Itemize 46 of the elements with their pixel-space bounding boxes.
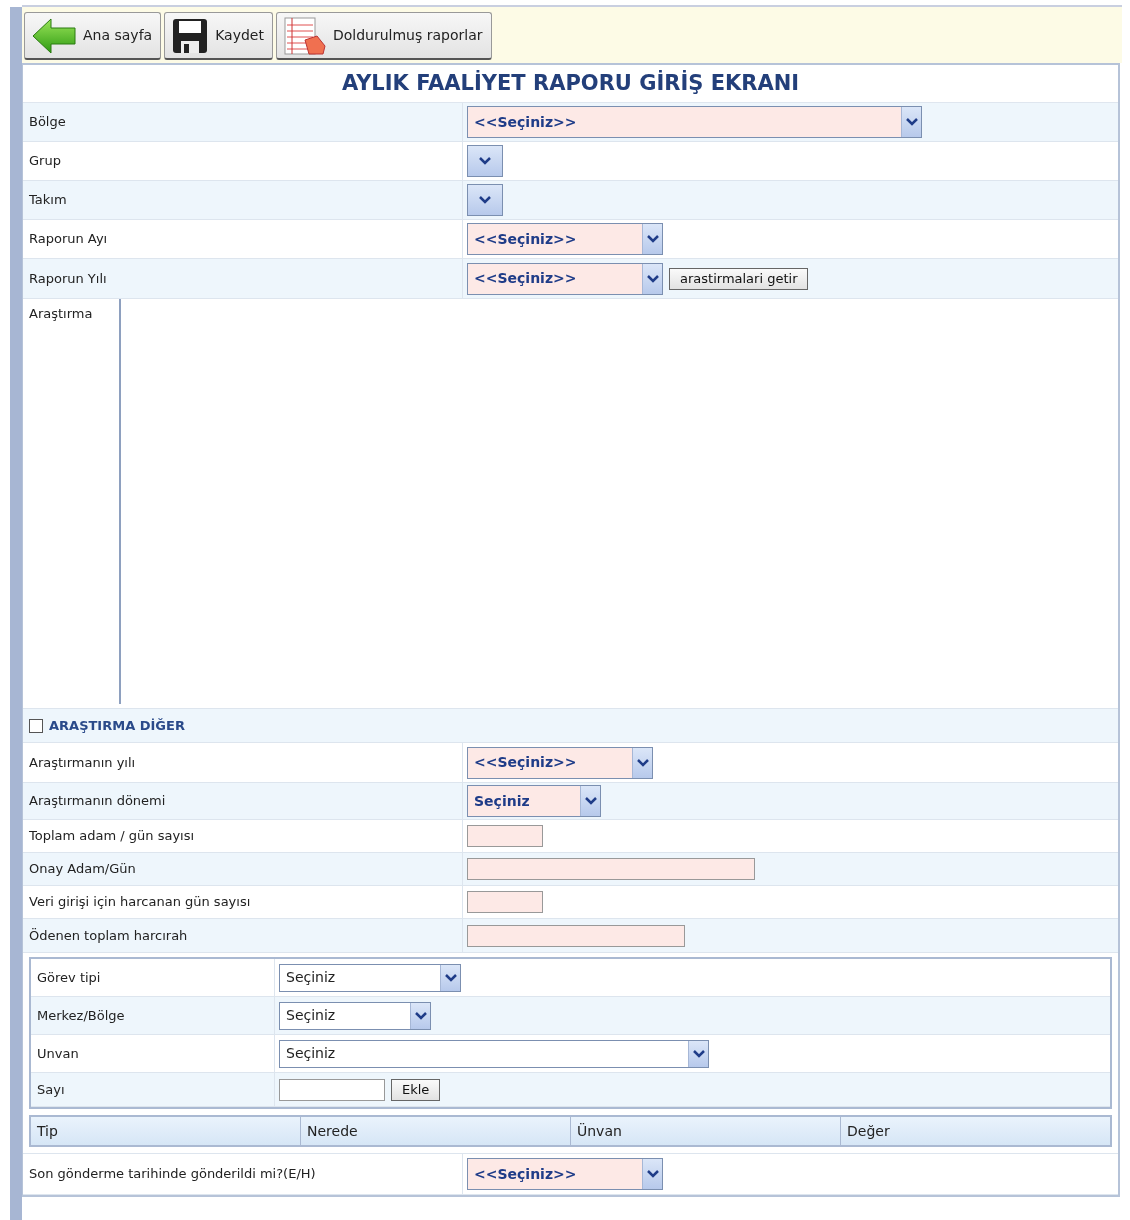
reports-button[interactable]: Doldurulmuş raporlar bbox=[275, 12, 492, 60]
field-label: Araştırmanın yılı bbox=[23, 743, 463, 782]
select-field[interactable]: <<Seçiniz>> bbox=[467, 1158, 663, 1190]
select-field[interactable]: Seçiniz bbox=[467, 785, 601, 817]
field-label: Raporun Ayı bbox=[23, 220, 463, 258]
select-field[interactable]: <<Seçiniz>> bbox=[467, 746, 653, 779]
field-label: Toplam adam / gün sayısı bbox=[23, 820, 463, 852]
select-field[interactable]: <<Seçiniz>> bbox=[467, 223, 663, 255]
field-label: Grup bbox=[23, 142, 463, 180]
column-header: Değer bbox=[840, 1117, 1110, 1145]
field-label: Son gönderme tarihinde gönderildi mi?(E/H) bbox=[23, 1154, 463, 1194]
select-field[interactable]: Seçiniz bbox=[279, 963, 461, 992]
field-label: Görev tipi bbox=[31, 959, 275, 996]
select-field[interactable]: <<Seçiniz>> bbox=[467, 262, 663, 295]
column-header: Ünvan bbox=[570, 1117, 840, 1145]
field-label: Araştırmanın dönemi bbox=[23, 783, 463, 819]
field-label: Veri girişi için harcanan gün sayısı bbox=[23, 886, 463, 918]
column-header: Nerede bbox=[300, 1117, 570, 1145]
column-header: Tip bbox=[36, 1121, 59, 1141]
save-button[interactable]: Kaydet bbox=[164, 12, 273, 60]
field-label: Unvan bbox=[31, 1035, 275, 1072]
field-label: Ödenen toplam harcırah bbox=[23, 919, 463, 952]
checkbox-label: ARAŞTIRMA DİĞER bbox=[49, 716, 185, 735]
left-arrow-icon bbox=[31, 16, 77, 55]
select-field[interactable]: <<Seçiniz>> bbox=[467, 106, 922, 138]
fetch-button[interactable]: arastirmalari getir bbox=[669, 267, 809, 290]
input-field[interactable] bbox=[279, 1078, 385, 1101]
field-label: Takım bbox=[23, 181, 463, 219]
field-label: Bölge bbox=[23, 103, 463, 141]
add-button[interactable]: Ekle bbox=[391, 1078, 441, 1101]
checkbox[interactable] bbox=[29, 718, 43, 733]
field-label: Merkez/Bölge bbox=[31, 997, 275, 1034]
back-button[interactable]: Ana sayfa bbox=[24, 12, 162, 60]
field-label: Araştırma bbox=[28, 305, 94, 323]
field-label: Onay Adam/Gün bbox=[23, 853, 463, 885]
select-field[interactable]: Seçiniz bbox=[279, 1039, 709, 1068]
input-field[interactable] bbox=[467, 891, 543, 913]
field-label: Sayı bbox=[31, 1073, 275, 1106]
input-field[interactable] bbox=[467, 858, 755, 880]
select-field[interactable]: Seçiniz bbox=[279, 1001, 431, 1030]
input-field[interactable] bbox=[467, 924, 685, 947]
field-label: Raporun Yılı bbox=[23, 259, 463, 298]
document-icon bbox=[282, 15, 327, 56]
select-field[interactable] bbox=[467, 184, 503, 216]
input-field[interactable] bbox=[467, 825, 543, 847]
select-field[interactable] bbox=[467, 145, 503, 177]
